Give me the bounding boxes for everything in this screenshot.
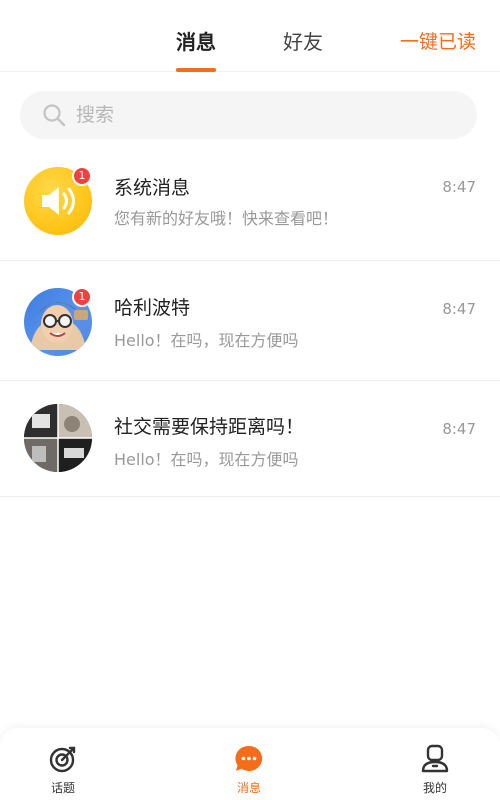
conversation-item-system[interactable]: 1 系统消息 您有新的好友哦！快来查看吧！ 8:47 xyxy=(0,140,500,261)
group-avatar xyxy=(24,404,92,472)
conversation-time: 8:47 xyxy=(442,300,476,318)
conversation-name: 哈利波特 xyxy=(114,297,191,319)
conversation-preview: Hello！在吗，现在方便吗 xyxy=(114,450,299,469)
top-tab-bar: 消息 好友 一键已读 xyxy=(0,0,500,72)
chat-bubble-icon xyxy=(235,745,263,771)
profile-icon xyxy=(421,744,449,773)
unread-badge: 1 xyxy=(72,287,92,307)
nav-messages-label: 消息 xyxy=(236,781,261,795)
unread-badge: 1 xyxy=(72,166,92,186)
conversation-list: 1 系统消息 您有新的好友哦！快来查看吧！ 8:47 1 哈利波特 Hello！… xyxy=(0,140,500,497)
conversation-item-harry[interactable]: 1 哈利波特 Hello！在吗，现在方便吗 8:47 xyxy=(0,261,500,381)
conversation-name: 社交需要保持距离吗！ xyxy=(114,416,305,438)
nav-profile[interactable]: 我的 xyxy=(405,744,465,796)
conversation-item-group[interactable]: 社交需要保持距离吗！ Hello！在吗，现在方便吗 8:47 xyxy=(0,381,500,497)
nav-topics-label: 话题 xyxy=(50,781,75,795)
conversation-time: 8:47 xyxy=(442,420,476,438)
active-tab-indicator xyxy=(176,68,216,72)
nav-topics[interactable]: 话题 xyxy=(33,744,93,796)
conversation-name: 系统消息 xyxy=(114,177,191,199)
nav-profile-label: 我的 xyxy=(422,781,447,795)
tab-messages[interactable]: 消息 xyxy=(176,28,216,56)
search-input[interactable] xyxy=(76,91,456,139)
conversation-time: 8:47 xyxy=(442,178,476,196)
conversation-preview: 您有新的好友哦！快来查看吧！ xyxy=(114,209,339,228)
conversation-preview: Hello！在吗，现在方便吗 xyxy=(114,331,299,350)
mark-all-read-button[interactable]: 一键已读 xyxy=(400,28,476,56)
target-icon xyxy=(49,746,76,773)
nav-messages[interactable]: 消息 xyxy=(219,744,279,796)
search-bar[interactable] xyxy=(20,91,477,139)
bottom-navigation: 话题 消息 我的 xyxy=(0,728,500,800)
tab-friends[interactable]: 好友 xyxy=(283,28,323,56)
search-icon xyxy=(43,104,66,127)
